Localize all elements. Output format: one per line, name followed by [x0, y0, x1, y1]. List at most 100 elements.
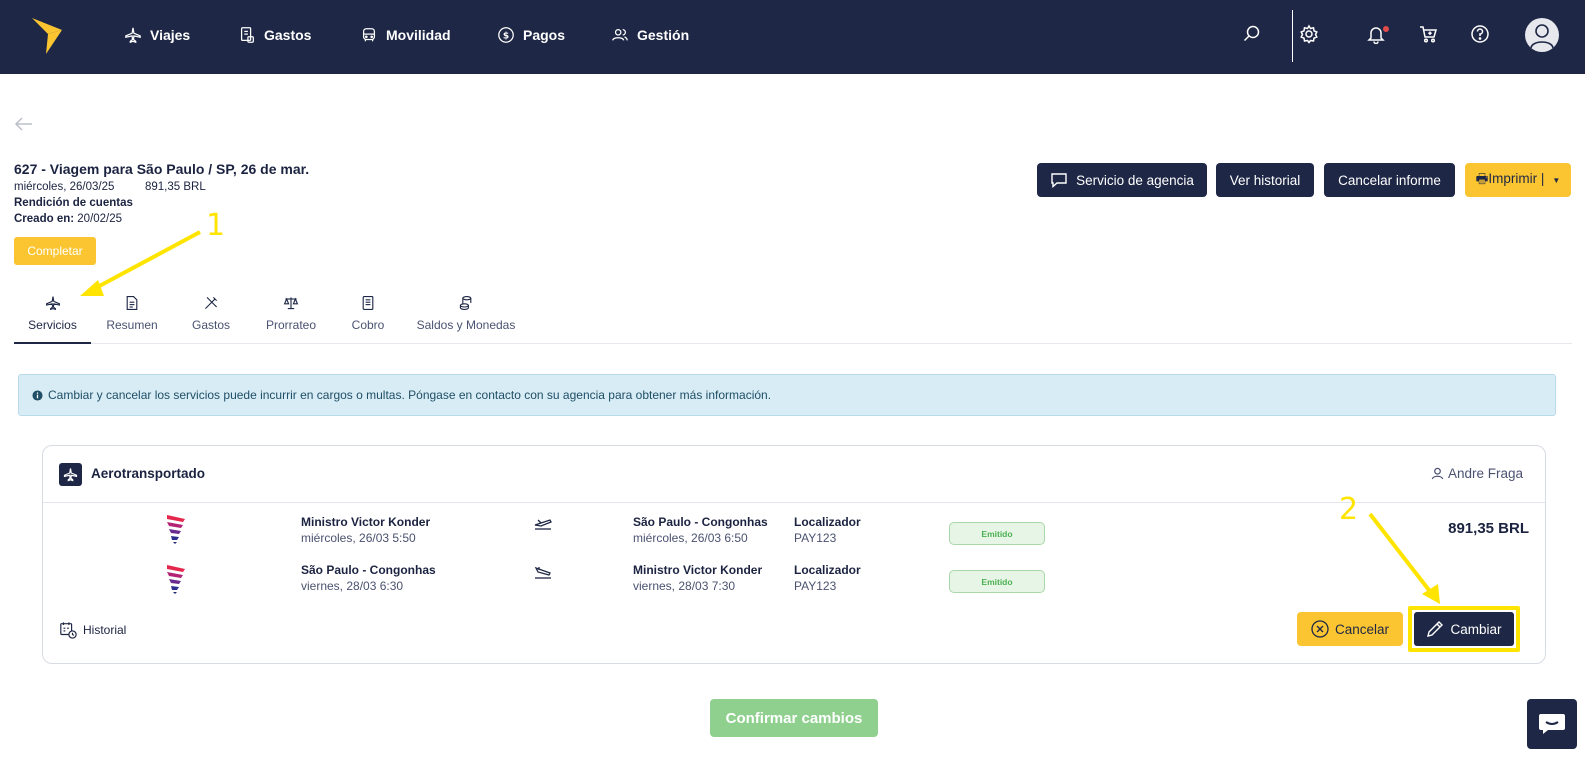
tab-prorrateo-label: Prorrateo	[265, 318, 317, 332]
app-logo[interactable]	[30, 16, 64, 54]
car-icon	[362, 28, 376, 42]
report-type: Rendición de cuentas	[14, 197, 133, 209]
nav-gastos[interactable]: Gastos	[238, 24, 311, 46]
invoice-icon	[362, 296, 374, 310]
svg-text:$: $	[503, 32, 509, 42]
nav-movilidad-label: Movilidad	[386, 27, 451, 43]
airplane-badge	[59, 463, 82, 486]
segment2-destination-time: viernes, 28/03 7:30	[633, 579, 736, 593]
report-created: Creado en: 20/02/25	[14, 213, 122, 225]
chat-icon	[1051, 173, 1067, 188]
report-title: 627 - Viagem para São Paulo / SP, 26 de …	[14, 161, 310, 177]
cancel-service-button[interactable]: Cancelar	[1297, 612, 1403, 646]
support-chat-button[interactable]	[1527, 699, 1577, 749]
segment1-destination: São Paulo - Congonhas	[633, 515, 768, 529]
segment2-origin-time: viernes, 28/03 6:30	[301, 579, 404, 593]
segment2-locator-label: Localizador	[794, 563, 861, 577]
tab-resumen-label: Resumen	[106, 318, 158, 332]
tab-gastos-label: Gastos	[191, 318, 230, 332]
nav-gestion[interactable]: Gestión	[611, 24, 689, 46]
scale-icon	[283, 297, 299, 310]
landing-icon	[534, 566, 551, 579]
cart-icon	[1420, 26, 1437, 43]
change-service-button[interactable]: Cambiar	[1414, 612, 1514, 646]
top-navigation: Viajes Gastos Movilidad $ Pagos Gestión	[0, 0, 1585, 74]
cart-button[interactable]	[1418, 24, 1440, 46]
dollar-icon: $	[498, 27, 514, 43]
help-button[interactable]	[1470, 24, 1492, 46]
tab-saldos-monedas[interactable]: Saldos y Monedas	[414, 292, 518, 344]
traveler-label: Andre Fraga	[1447, 466, 1523, 481]
tab-servicios-label: Servicios	[28, 318, 77, 332]
nav-gestion-label: Gestión	[637, 27, 690, 43]
pencil-icon	[1427, 621, 1444, 637]
history-link[interactable]: Historial	[59, 621, 126, 639]
flight-service-card: Aerotransportado Andre Fraga Ministro Vi…	[42, 445, 1546, 664]
agency-service-label: Servicio de agencia	[1076, 172, 1194, 188]
utensils-icon	[205, 297, 217, 309]
service-price: 891,35 BRL	[1448, 520, 1529, 537]
segment1-origin-time: miércoles, 26/03 5:50	[301, 531, 416, 545]
plane-icon	[63, 468, 78, 482]
print-button[interactable]: 🖶Imprimir | ▼	[1465, 163, 1571, 197]
print-label: 🖶Imprimir |	[1475, 170, 1545, 186]
plane-icon	[45, 296, 60, 311]
nav-viajes[interactable]: Viajes	[124, 24, 190, 46]
info-alert: Cambiar y cancelar los servicios puede i…	[18, 374, 1556, 416]
segment1-origin: Ministro Victor Konder	[301, 515, 431, 529]
tab-cobro[interactable]: Cobro	[348, 292, 388, 344]
nav-viajes-label: Viajes	[150, 27, 191, 43]
service-title: Aerotransportado	[91, 466, 206, 481]
notification-dot	[1383, 26, 1389, 32]
airline-logo-icon	[167, 565, 185, 594]
cancel-service-label: Cancelar	[1334, 621, 1390, 637]
user-avatar[interactable]	[1525, 18, 1559, 52]
nav-gastos-label: Gastos	[264, 27, 312, 43]
person-icon	[1431, 467, 1444, 480]
report-amount: 891,35 BRL	[145, 181, 206, 193]
segment2-status-badge: Emitido	[949, 570, 1045, 593]
chat-bubble-icon	[1539, 714, 1565, 734]
tab-cobro-label: Cobro	[351, 318, 385, 332]
history-label: Historial	[83, 623, 127, 637]
cancel-report-button[interactable]: Cancelar informe	[1324, 163, 1455, 197]
alert-text: Cambiar y cancelar los servicios puede i…	[48, 388, 772, 402]
caret-down-icon: ▼	[1552, 175, 1561, 185]
receipt-icon	[240, 27, 254, 43]
search-button[interactable]	[1242, 24, 1264, 46]
report-date: miércoles, 26/03/25	[14, 181, 115, 193]
gear-icon	[1300, 24, 1318, 44]
complete-button[interactable]: Completar	[14, 237, 96, 265]
view-history-button[interactable]: Ver historial	[1216, 163, 1314, 197]
help-icon	[1471, 25, 1489, 43]
tabs-bar: Servicios Resumen Gastos Prorrateo Cobro…	[14, 292, 1572, 344]
takeoff-icon	[534, 519, 552, 530]
history-calendar-icon	[60, 622, 77, 639]
tab-resumen[interactable]: Resumen	[102, 292, 162, 344]
tab-saldos-label: Saldos y Monedas	[416, 318, 516, 332]
nav-divider	[1292, 10, 1293, 62]
segment2-locator: PAY123	[794, 579, 837, 593]
traveler-name: Andre Fraga	[1431, 466, 1523, 481]
document-icon	[126, 296, 138, 310]
settings-button[interactable]	[1299, 24, 1321, 46]
tab-prorrateo[interactable]: Prorrateo	[260, 292, 322, 344]
confirm-changes-button[interactable]: Confirmar cambios	[710, 699, 878, 737]
annotation-number-1: 1	[206, 208, 226, 243]
annotation-number-2: 2	[1339, 492, 1359, 527]
nav-movilidad[interactable]: Movilidad	[360, 24, 451, 46]
segment1-locator: PAY123	[794, 531, 837, 545]
nav-pagos-label: Pagos	[523, 27, 566, 43]
search-icon	[1243, 25, 1260, 42]
info-icon	[32, 389, 43, 401]
change-service-label: Cambiar	[1450, 621, 1502, 637]
tab-servicios[interactable]: Servicios	[14, 292, 91, 344]
nav-pagos[interactable]: $ Pagos	[497, 24, 565, 46]
users-icon	[612, 28, 628, 41]
segment1-destination-time: miércoles, 26/03 6:50	[633, 531, 748, 545]
back-arrow-icon[interactable]	[14, 116, 34, 132]
avatar-icon	[1530, 24, 1554, 49]
agency-service-button[interactable]: Servicio de agencia	[1037, 163, 1207, 197]
created-label: Creado en:	[14, 213, 75, 225]
tab-gastos[interactable]: Gastos	[188, 292, 234, 344]
